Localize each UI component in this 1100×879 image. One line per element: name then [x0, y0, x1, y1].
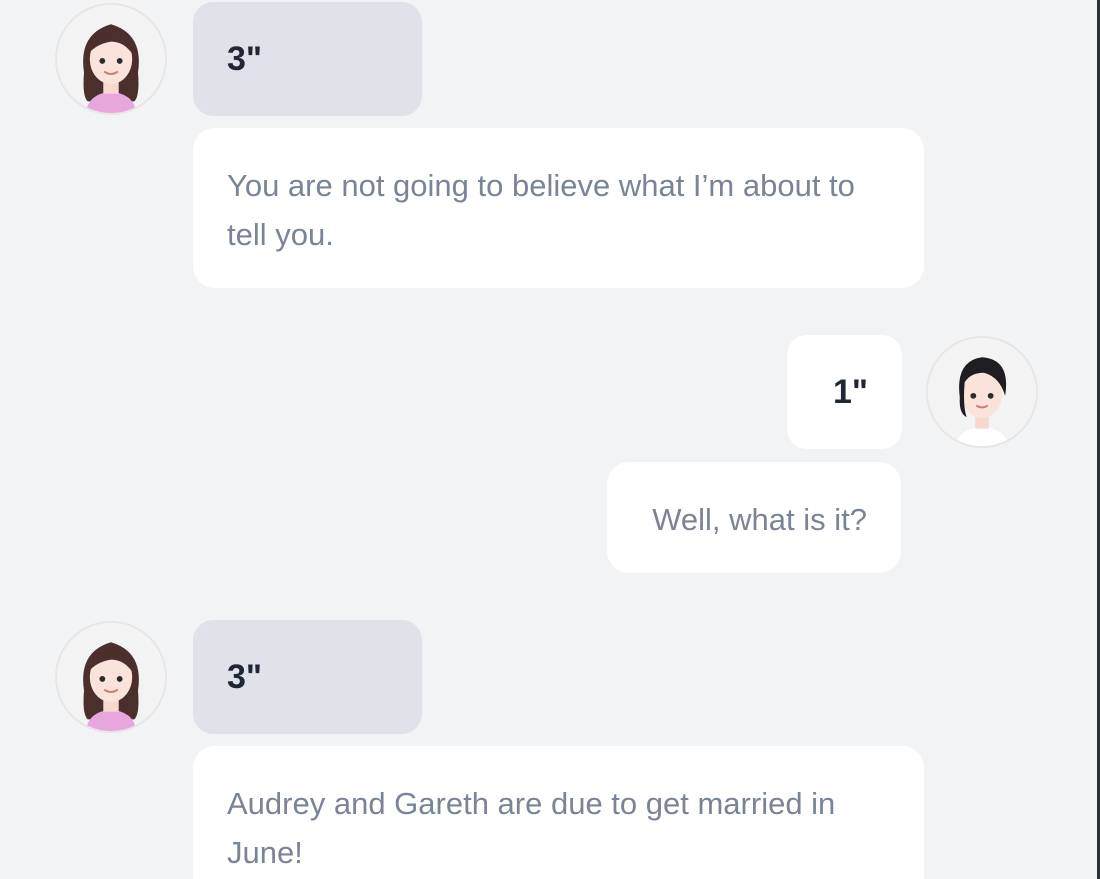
message-text: Well, what is it? — [652, 502, 867, 537]
message-bubble[interactable]: Audrey and Gareth are due to get married… — [193, 746, 924, 879]
duration-label: 1" — [832, 372, 868, 411]
voice-duration-badge[interactable]: 3" — [193, 620, 422, 734]
message-text: Audrey and Gareth are due to get married… — [227, 786, 836, 870]
message-bubble[interactable]: You are not going to believe what I’m ab… — [193, 128, 924, 288]
voice-duration-badge[interactable]: 1" — [787, 335, 902, 449]
self-avatar-icon[interactable] — [926, 336, 1038, 448]
duration-label: 3" — [227, 39, 263, 78]
message-text: You are not going to believe what I’m ab… — [227, 168, 855, 252]
message-bubble[interactable]: Well, what is it? — [607, 462, 901, 573]
voice-duration-badge[interactable]: 3" — [193, 2, 422, 116]
contact-avatar-icon[interactable] — [55, 621, 167, 733]
duration-label: 3" — [227, 657, 263, 696]
contact-avatar-icon[interactable] — [55, 3, 167, 115]
